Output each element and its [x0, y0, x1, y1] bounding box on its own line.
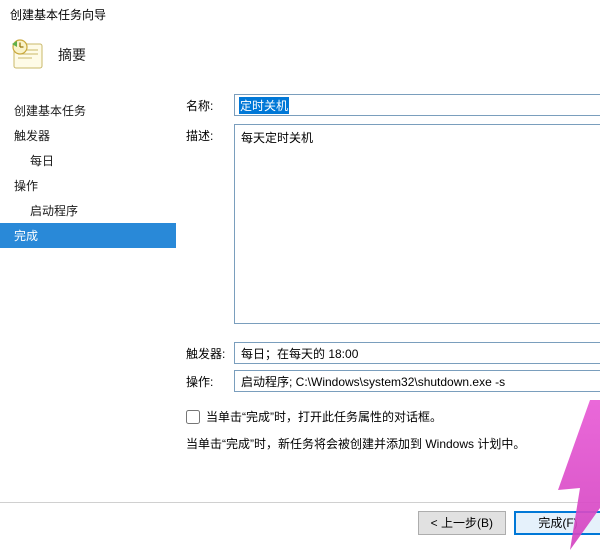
trigger-label: 触发器: [186, 342, 234, 364]
trigger-value[interactable]: 每日；在每天的 18:00 [234, 342, 600, 364]
wizard-header: 摘要 [0, 30, 600, 90]
page-title: 摘要 [58, 45, 86, 65]
name-value-selected: 定时关机 [239, 97, 289, 114]
description-field[interactable] [234, 124, 600, 324]
name-label: 名称: [186, 94, 234, 116]
finish-button[interactable]: 完成(F) [514, 511, 600, 535]
finish-note: 当单击“完成”时，新任务将会被创建并添加到 Windows 计划中。 [176, 431, 600, 452]
sidebar-item-create-task[interactable]: 创建基本任务 [0, 98, 176, 123]
sidebar-item-trigger[interactable]: 触发器 [0, 123, 176, 148]
back-button[interactable]: < 上一步(B) [418, 511, 506, 535]
sidebar-item-action[interactable]: 操作 [0, 173, 176, 198]
summary-icon [12, 38, 46, 72]
desc-label: 描述: [186, 124, 234, 324]
window-title: 创建基本任务向导 [0, 0, 600, 30]
wizard-steps-sidebar: 创建基本任务 触发器 每日 操作 启动程序 完成 [0, 90, 176, 522]
name-field[interactable]: 定时关机 [234, 94, 600, 116]
wizard-footer: < 上一步(B) 完成(F) [0, 502, 600, 542]
open-properties-checkbox[interactable] [186, 410, 200, 424]
sidebar-item-daily[interactable]: 每日 [0, 148, 176, 173]
action-value[interactable]: 启动程序; C:\Windows\system32\shutdown.exe -… [234, 370, 600, 392]
sidebar-item-start-program[interactable]: 启动程序 [0, 198, 176, 223]
sidebar-item-finish[interactable]: 完成 [0, 223, 176, 248]
action-label: 操作: [186, 370, 234, 392]
main-panel: 名称: 定时关机 描述: 触发器: 每日；在每天的 18:00 操作: 启动程序… [176, 90, 600, 522]
open-properties-label: 当单击“完成”时，打开此任务属性的对话框。 [206, 408, 442, 425]
